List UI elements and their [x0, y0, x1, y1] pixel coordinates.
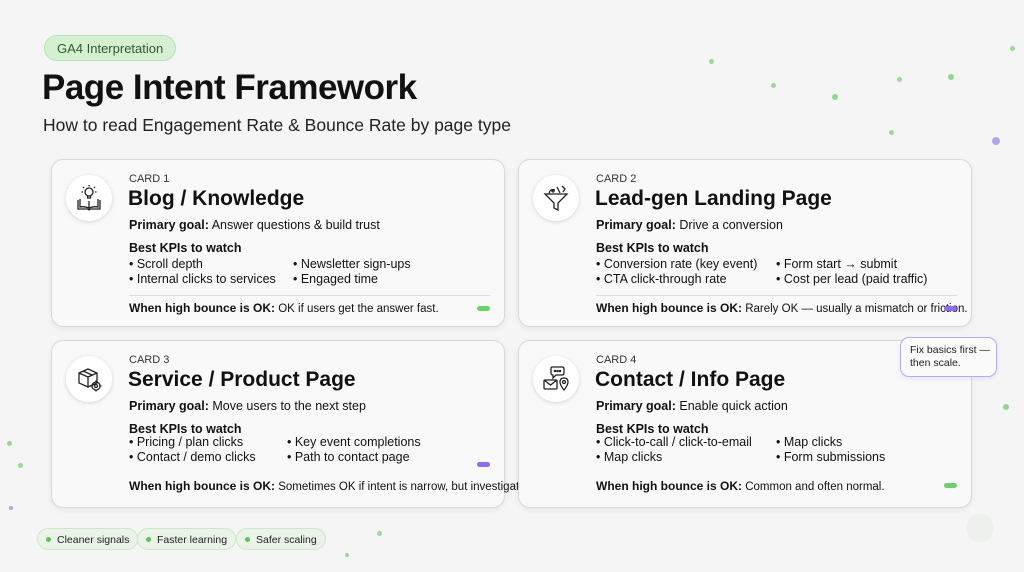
- decor-dot: [18, 463, 23, 468]
- card-title: Blog / Knowledge: [128, 187, 305, 210]
- status-indicator: [944, 306, 957, 311]
- primary-goal: Primary goal: Move users to the next ste…: [129, 399, 366, 413]
- decor-dot: [889, 130, 894, 135]
- card-blog-knowledge: CARD 1 Blog / Knowledge Primary goal: An…: [51, 159, 505, 327]
- kpis-heading: Best KPIs to watch: [129, 422, 242, 436]
- kpi-item: • Pricing / plan clicks: [129, 435, 244, 449]
- chip-dot-icon: [46, 536, 51, 542]
- bounce-note: When high bounce is OK: OK if users get …: [129, 301, 439, 315]
- kpi-item: • Map clicks: [596, 450, 663, 464]
- card-service-product: CARD 3 Service / Product Page Primary go…: [51, 340, 529, 508]
- primary-goal: Primary goal: Enable quick action: [596, 399, 788, 413]
- kpi-item: • CTA click-through rate: [596, 272, 727, 286]
- bounce-note: When high bounce is OK: Common and often…: [596, 479, 885, 493]
- decor-dot: [345, 553, 349, 557]
- decor-dot: [1003, 404, 1009, 410]
- kpis-heading: Best KPIs to watch: [596, 241, 709, 255]
- kpi-item: • Cost per lead (paid traffic): [776, 272, 928, 286]
- kpis-heading: Best KPIs to watch: [596, 422, 709, 436]
- status-indicator: [477, 462, 490, 467]
- kpi-item: • Form submissions: [776, 450, 886, 464]
- decor-dot: [1010, 46, 1015, 51]
- decor-dot: [832, 94, 838, 100]
- decor-dot: [9, 506, 13, 510]
- card-title: Service / Product Page: [128, 368, 356, 391]
- decor-dot: [992, 137, 1000, 145]
- card-title: Lead-gen Landing Page: [595, 187, 832, 210]
- kpi-item: • Scroll depth: [129, 257, 203, 271]
- divider: [129, 295, 490, 296]
- callout-line: Fix basics first —: [910, 344, 990, 356]
- primary-goal: Primary goal: Drive a conversion: [596, 218, 783, 232]
- callout-line: then scale.: [910, 357, 961, 369]
- callout-note: Fix basics first — then scale.: [900, 337, 997, 377]
- benefit-chip: Cleaner signals: [37, 528, 139, 550]
- kpi-item: • Path to contact page: [287, 450, 410, 464]
- chip-dot-icon: [245, 536, 250, 542]
- decor-dot: [771, 83, 776, 88]
- decor-dot: [709, 59, 714, 64]
- box-gear-icon: [66, 356, 112, 402]
- kpi-item: • Conversion rate (key event): [596, 257, 758, 271]
- kpi-item: • Contact / demo clicks: [129, 450, 256, 464]
- kpi-item: • Map clicks: [776, 435, 843, 449]
- card-number: CARD 3: [129, 354, 170, 366]
- book-lightbulb-icon: [66, 175, 112, 221]
- kpi-item: • Click-to-call / click-to-email: [596, 435, 752, 449]
- card-title: Contact / Info Page: [595, 368, 786, 391]
- status-indicator: [944, 483, 957, 488]
- decor-dot: [897, 77, 902, 82]
- kpi-item: • Internal clicks to services: [129, 272, 276, 286]
- divider: [596, 295, 957, 296]
- bounce-note: When high bounce is OK: Rarely OK — usua…: [596, 301, 968, 315]
- kpi-item: • Key event completions: [287, 435, 421, 449]
- status-indicator: [477, 306, 490, 311]
- contact-icon: [533, 356, 579, 402]
- funnel-icon: [533, 175, 579, 221]
- decor-dot: [377, 531, 382, 536]
- decor-dot: [948, 74, 954, 80]
- card-lead-gen-landing: CARD 2 Lead-gen Landing Page Primary goa…: [518, 159, 972, 327]
- card-number: CARD 4: [596, 354, 637, 366]
- chip-dot-icon: [146, 536, 151, 542]
- page-subtitle: How to read Engagement Rate & Bounce Rat…: [43, 115, 511, 135]
- decor-sparkle: [966, 514, 994, 542]
- kpis-heading: Best KPIs to watch: [129, 241, 242, 255]
- decor-dot: [7, 441, 12, 446]
- benefit-chip: Safer scaling: [236, 528, 326, 550]
- card-number: CARD 1: [129, 173, 170, 185]
- bounce-note: When high bounce is OK: Sometimes OK if …: [129, 479, 529, 493]
- card-number: CARD 2: [596, 173, 637, 185]
- kpi-item: • Form start → submit: [776, 257, 898, 271]
- primary-goal: Primary goal: Answer questions & build t…: [129, 218, 380, 232]
- kpi-item: • Newsletter sign-ups: [293, 257, 411, 271]
- page-title: Page Intent Framework: [42, 68, 417, 107]
- category-pill: GA4 Interpretation: [44, 35, 177, 61]
- benefit-chip: Faster learning: [137, 528, 237, 550]
- kpi-item: • Engaged time: [293, 272, 378, 286]
